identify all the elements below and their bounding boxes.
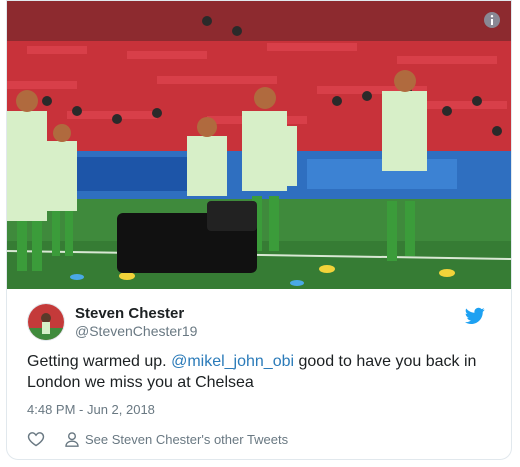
heart-icon[interactable] bbox=[27, 431, 45, 447]
avatar-image bbox=[28, 304, 64, 340]
info-icon[interactable] bbox=[483, 11, 501, 29]
other-tweets-label: See Steven Chester's other Tweets bbox=[85, 431, 289, 447]
avatar[interactable] bbox=[27, 303, 65, 341]
twitter-bird-icon[interactable] bbox=[465, 307, 485, 325]
tweet-text: Getting warmed up. @mikel_john_obi good … bbox=[27, 351, 497, 393]
mention-link[interactable]: @mikel_john_obi bbox=[171, 353, 294, 370]
tweet-actions: See Steven Chester's other Tweets bbox=[27, 429, 497, 449]
tweet-header: Steven Chester @StevenChester19 bbox=[27, 303, 497, 343]
person-icon bbox=[65, 431, 79, 447]
author-handle[interactable]: @StevenChester19 bbox=[75, 323, 197, 339]
tweet-embed-card: Steven Chester @StevenChester19 Getting … bbox=[6, 0, 512, 460]
other-tweets-link[interactable]: See Steven Chester's other Tweets bbox=[65, 432, 288, 447]
tweet-timestamp[interactable]: 4:48 PM - Jun 2, 2018 bbox=[27, 402, 155, 417]
tweet-photo[interactable] bbox=[7, 1, 511, 289]
tweet-text-start: Getting warmed up. bbox=[27, 353, 172, 370]
stadium-warmup-photo bbox=[7, 1, 511, 289]
author-name[interactable]: Steven Chester bbox=[75, 305, 184, 322]
